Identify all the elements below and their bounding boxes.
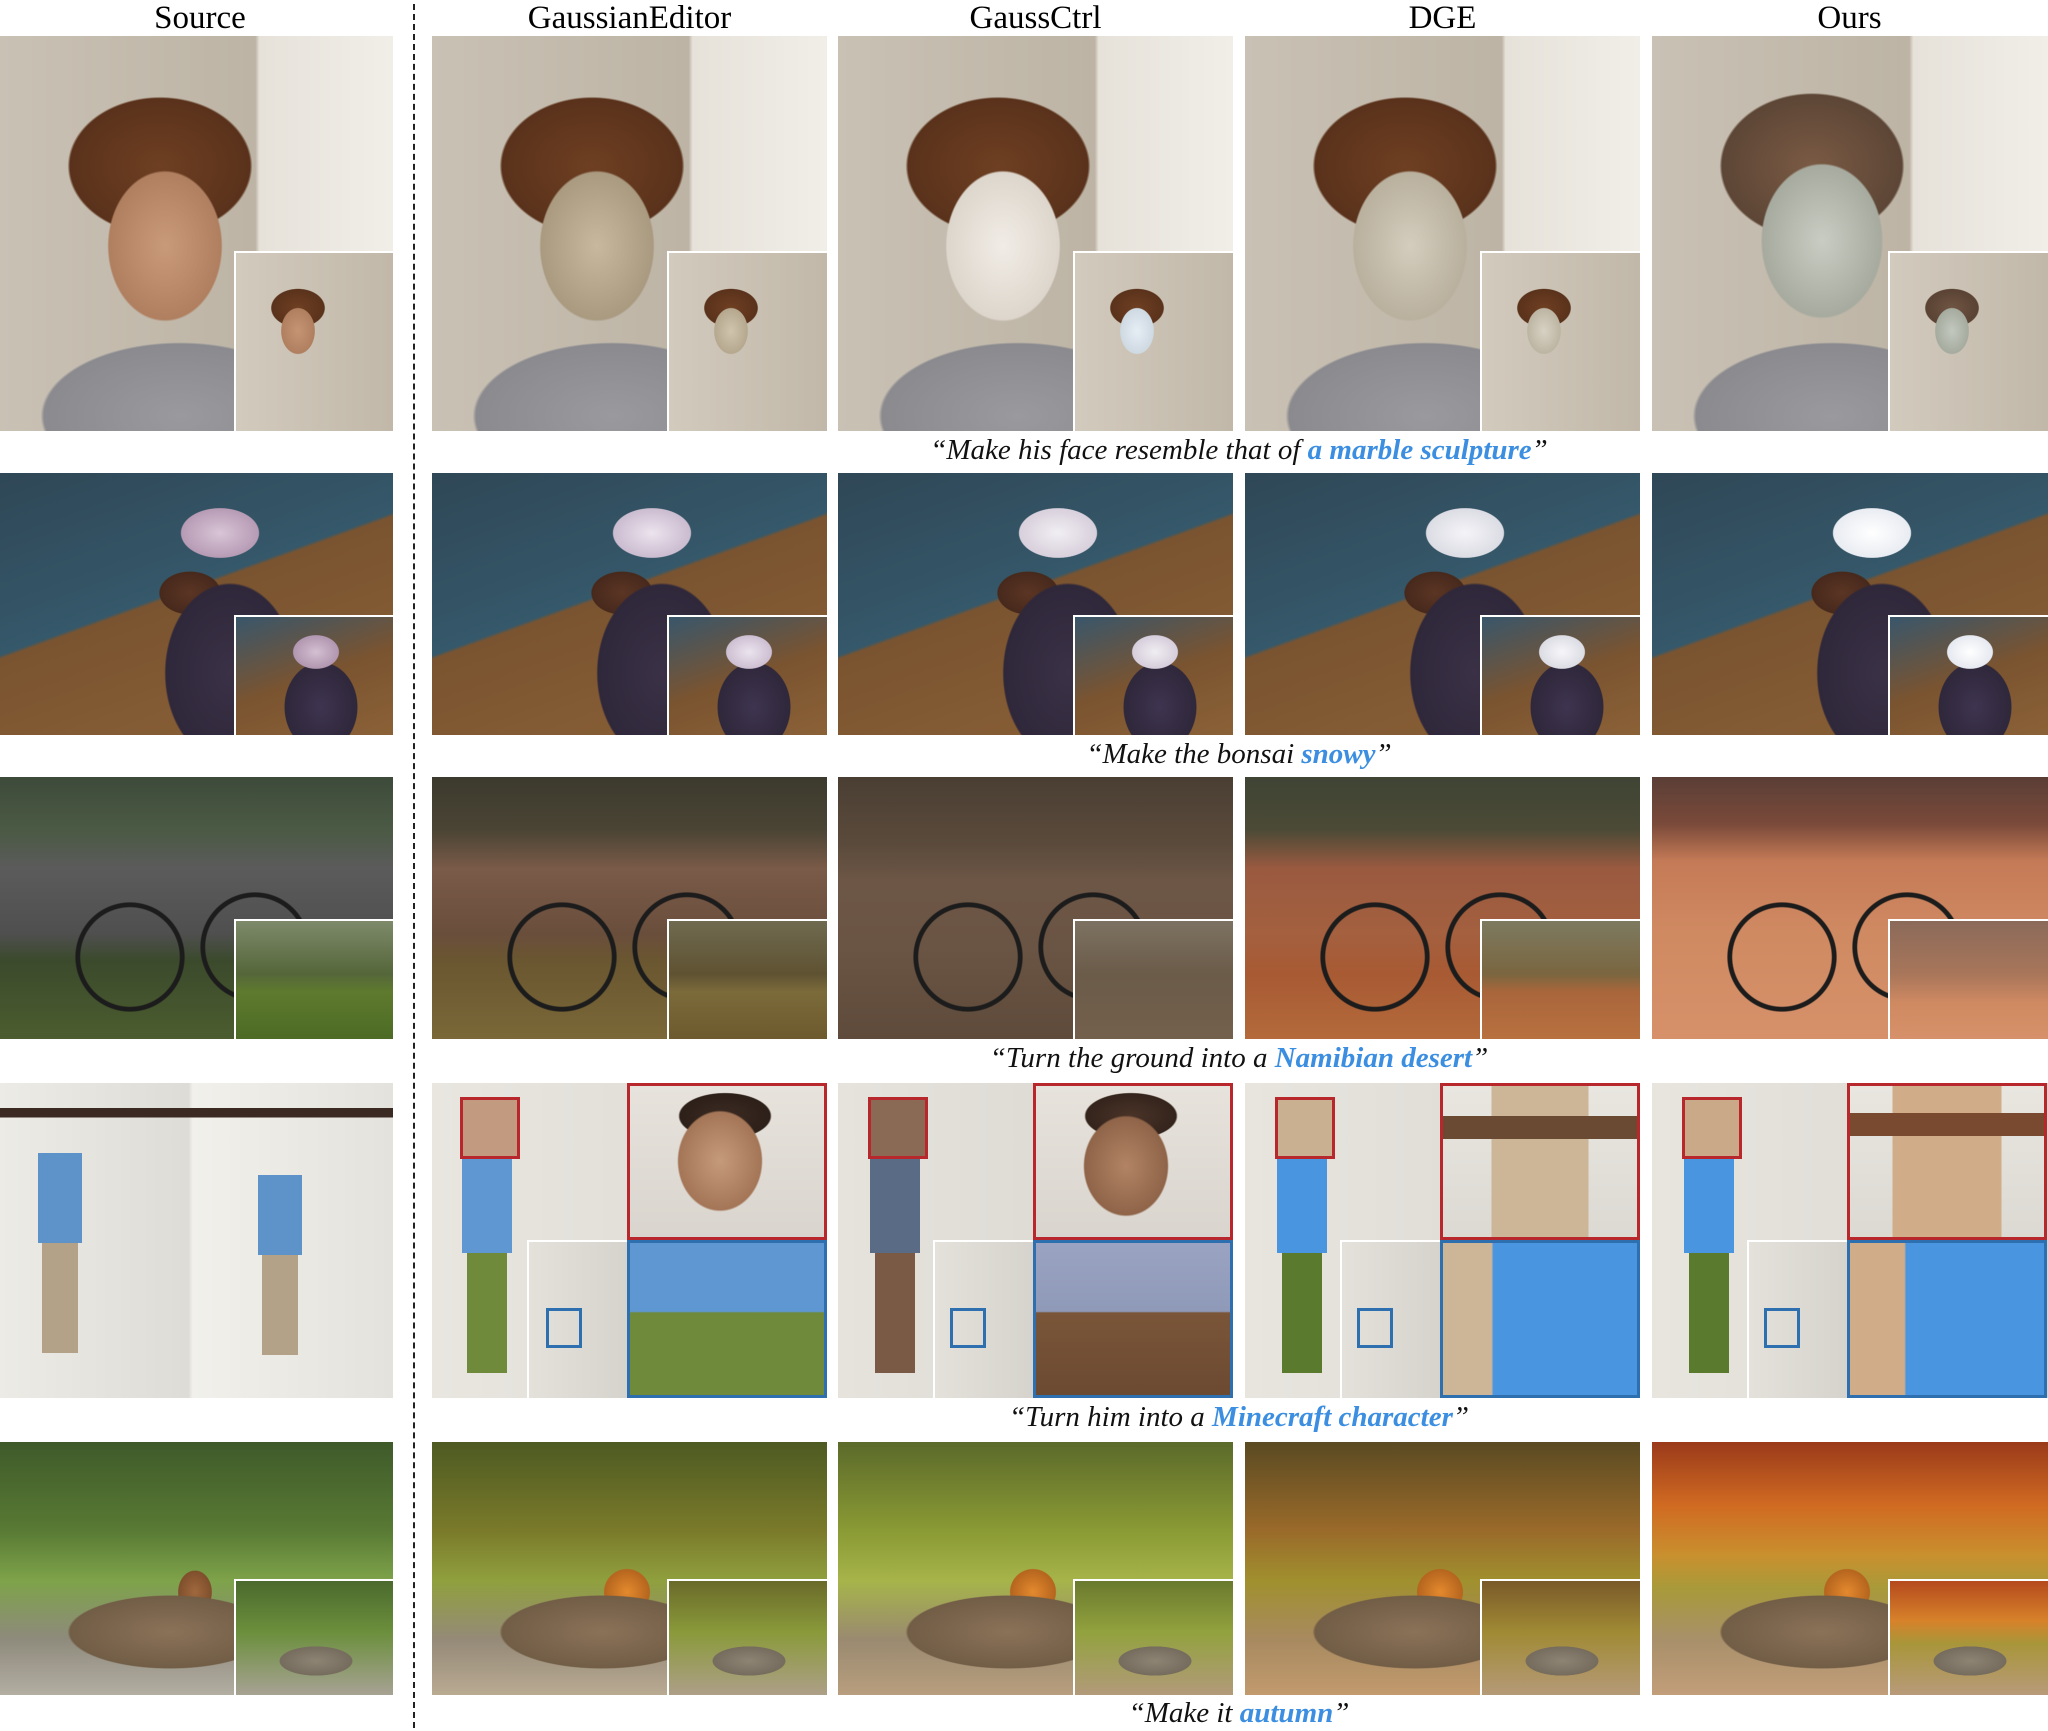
zoom-panel-head: [627, 1083, 827, 1240]
caption-highlight: a marble sculpture: [1307, 434, 1532, 466]
caption-highlight: autumn: [1239, 1697, 1334, 1729]
header-gaussianeditor: GaussianEditor: [527, 0, 732, 36]
caption-highlight: Namibian desert: [1274, 1042, 1473, 1074]
zoom-box-arm: [1764, 1308, 1800, 1348]
inset-view: [1887, 1579, 2048, 1695]
figure-body: [870, 1158, 920, 1253]
inset-view: [1480, 919, 1640, 1039]
image-face-gaussianeditor: [432, 36, 827, 431]
image-bicycle-dge: [1245, 777, 1640, 1039]
inset-view: [233, 1579, 393, 1695]
zoom-box-head: [1275, 1097, 1335, 1159]
image-garden-source: [0, 1442, 393, 1695]
inset-view: [667, 615, 827, 735]
zoom-panel-arm: [1033, 1240, 1233, 1398]
image-bicycle-gaussctrl: [838, 777, 1233, 1039]
zoom-box-arm: [950, 1308, 986, 1348]
figure-legs: [467, 1253, 507, 1373]
zoom-box-head: [1682, 1097, 1742, 1159]
image-bonsai-dge: [1245, 473, 1640, 735]
image-face-source: [0, 36, 393, 431]
inset-view: [667, 1579, 827, 1695]
caption-row-2: “Make the bonsai snowy”: [1086, 738, 1392, 770]
zoom-panel-arm: [1440, 1240, 1640, 1398]
figure-body: [462, 1158, 512, 1253]
caption-row-5: “Make it autumn”: [1128, 1697, 1350, 1729]
figure-legs: [875, 1253, 915, 1373]
image-face-gaussctrl: [838, 36, 1233, 431]
image-garden-gaussianeditor: [432, 1442, 827, 1695]
image-garden-dge: [1245, 1442, 1640, 1695]
figure-body: [1684, 1158, 1734, 1253]
inset-view: [1073, 919, 1233, 1039]
zoom-box-arm: [546, 1308, 582, 1348]
image-person-dge: [1245, 1083, 1640, 1398]
inset-view: [1073, 615, 1233, 735]
figure-right: [258, 1175, 302, 1255]
image-bicycle-ours: [1652, 777, 2048, 1039]
zoom-panel-head: [1847, 1083, 2047, 1240]
image-bonsai-source: [0, 473, 393, 735]
inset-view: [233, 615, 393, 735]
inset-view: [1887, 251, 2048, 431]
image-person-ours: [1652, 1083, 2048, 1398]
image-bicycle-source: [0, 777, 393, 1039]
zoom-box-arm: [1357, 1308, 1393, 1348]
figure-left: [38, 1153, 82, 1243]
image-face-dge: [1245, 36, 1640, 431]
inset-view: [1887, 615, 2048, 735]
inset-view: [1480, 251, 1640, 431]
dashed-divider: [413, 4, 415, 1728]
caption-row-4: “Turn him into a Minecraft character”: [1008, 1401, 1470, 1433]
caption-row-1: “Make his face resemble that of a marble…: [930, 434, 1548, 466]
image-garden-gaussctrl: [838, 1442, 1233, 1695]
figure-legs: [1282, 1253, 1322, 1373]
figure-legs: [1689, 1253, 1729, 1373]
zoom-panel-arm: [1847, 1240, 2047, 1398]
image-garden-ours: [1652, 1442, 2048, 1695]
image-face-ours: [1652, 36, 2048, 431]
image-person-source: [0, 1083, 393, 1398]
inset-view: [233, 919, 393, 1039]
figure-right-legs: [262, 1255, 298, 1355]
caption-highlight: Minecraft character: [1212, 1401, 1453, 1433]
inset-view: [1073, 1579, 1233, 1695]
image-bonsai-gaussctrl: [838, 473, 1233, 735]
zoom-panel-head: [1440, 1083, 1640, 1240]
image-person-gaussianeditor: [432, 1083, 827, 1398]
inset-view: [1480, 1579, 1640, 1695]
zoom-panel-arm: [627, 1240, 827, 1398]
zoom-box-head: [868, 1097, 928, 1159]
header-gaussctrl: GaussCtrl: [969, 0, 1102, 36]
inset-view: [1887, 919, 2048, 1039]
figure-left-legs: [42, 1243, 78, 1353]
inset-view: [667, 251, 827, 431]
inset-view: [233, 251, 393, 431]
figure-body: [1277, 1158, 1327, 1253]
zoom-box-head: [460, 1097, 520, 1159]
header-ours: Ours: [1817, 0, 1882, 36]
inset-view: [1480, 615, 1640, 735]
inset-view: [667, 919, 827, 1039]
header-dge: DGE: [1408, 0, 1477, 36]
caption-row-3: “Turn the ground into a Namibian desert”: [989, 1042, 1489, 1074]
caption-highlight: snowy: [1301, 738, 1376, 770]
image-bicycle-gaussianeditor: [432, 777, 827, 1039]
zoom-panel-head: [1033, 1083, 1233, 1240]
image-bonsai-gaussianeditor: [432, 473, 827, 735]
image-person-gaussctrl: [838, 1083, 1233, 1398]
header-source: Source: [154, 0, 246, 36]
image-bonsai-ours: [1652, 473, 2048, 735]
inset-view: [1073, 251, 1233, 431]
